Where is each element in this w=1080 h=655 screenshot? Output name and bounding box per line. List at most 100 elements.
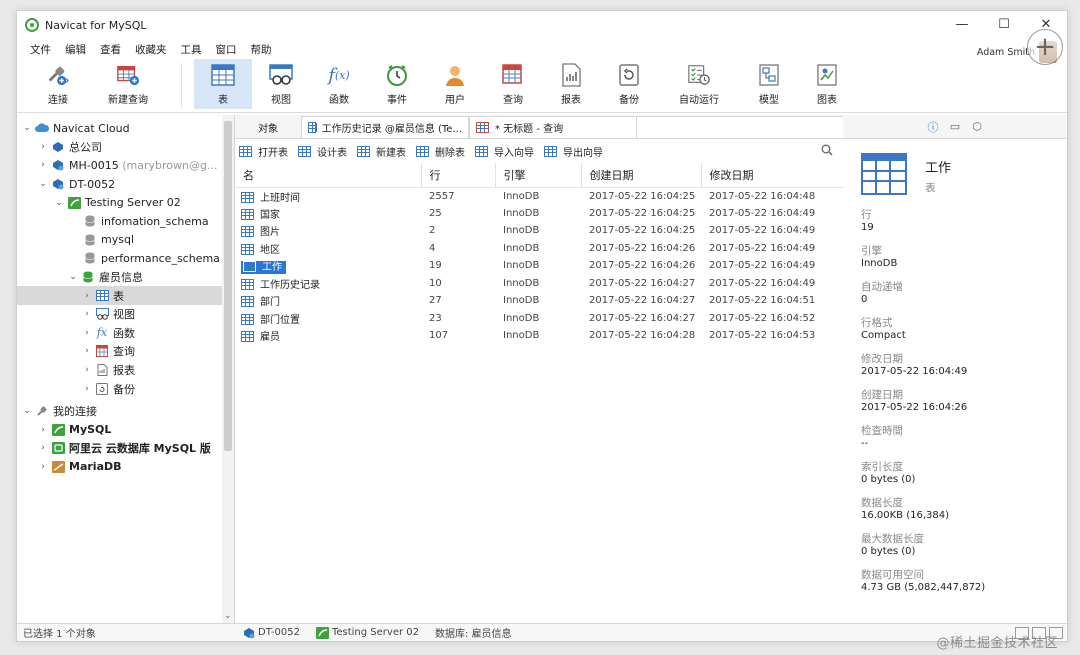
tree-label: Testing Server 02 (85, 196, 181, 210)
table-row[interactable]: 工作 19 InnoDB 2017-05-22 16:04:26 2017-05-22 … (235, 257, 843, 275)
table-icon (241, 296, 254, 308)
chevron-right-icon[interactable]: › (37, 462, 49, 472)
chevron-down-icon[interactable]: ⌄ (21, 123, 33, 133)
toolbar-view-button[interactable]: 视图 (252, 59, 310, 109)
tree-label: 总公司 (69, 140, 102, 154)
col-rows[interactable]: 行 (421, 163, 496, 188)
toolbar-user-button[interactable]: 用户 (426, 59, 484, 109)
table-header-row: 名 行 引擎 创建日期 修改日期 (235, 163, 843, 188)
table-row[interactable]: 图片 2 InnoDB 2017-05-22 16:04:25 2017-05-22 1… (235, 222, 843, 240)
tree-item-functions[interactable]: › fx 函数 (17, 324, 234, 343)
search-icon[interactable] (821, 144, 833, 159)
row-name: 上班时间 (260, 192, 300, 204)
table-row[interactable]: 部门位置 23 InnoDB 2017-05-22 16:04:27 2017-05-2… (235, 310, 843, 328)
tree-item-backups[interactable]: › 备份 (17, 379, 234, 398)
tree-item-testing-server[interactable]: ⌄ Testing Server 02 (17, 193, 234, 212)
chevron-right-icon[interactable]: › (81, 291, 93, 301)
tree-label: 报表 (113, 364, 135, 378)
col-modified[interactable]: 修改日期 (701, 163, 843, 188)
toolbar-backup-button[interactable]: 备份 (600, 59, 658, 109)
col-created[interactable]: 创建日期 (581, 163, 702, 188)
tree-item-schema-mysql[interactable]: mysql (17, 231, 234, 250)
menu-window[interactable]: 窗口 (209, 42, 244, 57)
delete-table-button[interactable]: 删除表 (416, 144, 465, 159)
tree-item-navicat-cloud[interactable]: ⌄ Navicat Cloud (17, 119, 234, 138)
tree-item-mysql[interactable]: › MySQL (17, 421, 234, 440)
chevron-right-icon[interactable]: › (37, 142, 49, 152)
table-row[interactable]: 国家 25 InnoDB 2017-05-22 16:04:25 2017-05-22 … (235, 205, 843, 223)
tree-item-db-employees[interactable]: ⌄ 雇员信息 (17, 268, 234, 287)
toolbar-report-button[interactable]: 报表 (542, 59, 600, 109)
tab-objects[interactable]: 对象 (235, 116, 301, 138)
table-row[interactable]: 雇员 107 InnoDB 2017-05-22 16:04:28 2017-05-22… (235, 327, 843, 345)
settings-icon[interactable]: ⬡ (966, 120, 988, 133)
tree-item-views[interactable]: › 视图 (17, 305, 234, 324)
tab-work-history[interactable]: 工作历史记录 @雇员信息 (Te... (301, 116, 469, 138)
chevron-right-icon[interactable]: › (81, 328, 93, 338)
design-table-button[interactable]: 设计表 (298, 144, 347, 159)
chevron-right-icon[interactable]: › (81, 365, 93, 375)
report-icon (95, 364, 109, 377)
toolbar-function-button[interactable]: f (x) 函数 (310, 59, 368, 109)
table-row[interactable]: 上班时间 2557 InnoDB 2017-05-22 16:04:25 2017-05… (235, 187, 843, 205)
chevron-right-icon[interactable]: › (81, 346, 93, 356)
tree-item-reports[interactable]: › 报表 (17, 361, 234, 380)
tab-untitled-query[interactable]: * 无标题 - 查询 (469, 116, 637, 138)
tree-item-mariadb[interactable]: › MariaDB (17, 458, 234, 477)
tree-item-aliyun[interactable]: › 阿里云 云数据库 MySQL 版 (17, 439, 234, 458)
scroll-down-icon[interactable]: ⌄ (224, 611, 232, 621)
toolbar-table-button[interactable]: 表 (194, 59, 252, 109)
cell-rows: 2557 (429, 190, 455, 202)
minimize-button[interactable]: — (941, 11, 983, 37)
tree-item-schema-performance[interactable]: performance_schema (17, 249, 234, 268)
tree-item-mh-0015[interactable]: › MH-0015 (marybrown@g... (17, 156, 234, 175)
menu-tools[interactable]: 工具 (174, 42, 209, 57)
title-bar: Navicat for MySQL — ☐ ✕ (17, 11, 1067, 39)
new-table-button[interactable]: 新建表 (357, 144, 406, 159)
toolbar-chart-button[interactable]: 图表 (798, 59, 856, 109)
cell-created: 2017-05-22 16:04:27 (589, 277, 696, 289)
chevron-right-icon[interactable]: › (37, 443, 49, 453)
new-query-button[interactable]: 新建查询 (87, 59, 169, 109)
chevron-down-icon[interactable]: ⌄ (37, 179, 49, 189)
col-engine[interactable]: 引擎 (495, 163, 582, 188)
import-wizard-button[interactable]: 导入向导 (475, 144, 534, 159)
toolbar-divider (181, 63, 182, 107)
toolbar-event-button[interactable]: 事件 (368, 59, 426, 109)
tree-item-schema-info[interactable]: infomation_schema (17, 212, 234, 231)
tree-item-dt-0052[interactable]: ⌄ DT-0052 (17, 175, 234, 194)
chevron-down-icon[interactable]: ⌄ (21, 406, 33, 416)
col-name[interactable]: 名 (235, 163, 422, 188)
tree-scrollbar[interactable]: ⌄ (222, 115, 234, 623)
export-wizard-button[interactable]: 导出向导 (544, 144, 603, 159)
menu-file[interactable]: 文件 (23, 42, 58, 57)
ddl-icon[interactable]: ▭ (944, 120, 966, 133)
chevron-right-icon[interactable]: › (37, 160, 49, 170)
tree-item-company[interactable]: › 总公司 (17, 138, 234, 157)
connect-button[interactable]: 连接 (29, 59, 87, 109)
open-table-button[interactable]: 打开表 (239, 144, 288, 159)
menu-help[interactable]: 帮助 (244, 42, 279, 57)
cell-created: 2017-05-22 16:04:26 (589, 260, 696, 272)
chevron-down-icon[interactable]: ⌄ (53, 198, 65, 208)
toolbar-automation-button[interactable]: 自动运行 (658, 59, 740, 109)
maximize-button[interactable]: ☐ (983, 11, 1025, 37)
chevron-down-icon[interactable]: ⌄ (67, 272, 79, 282)
toolbar-model-button[interactable]: 模型 (740, 59, 798, 109)
chevron-right-icon[interactable]: › (37, 425, 49, 435)
scrollbar-thumb[interactable] (224, 121, 232, 451)
new-table-icon (357, 145, 370, 157)
tree-item-my-connections[interactable]: ⌄ 我的连接 (17, 402, 234, 421)
tree-item-queries[interactable]: › 查询 (17, 342, 234, 361)
chevron-right-icon[interactable]: › (81, 384, 93, 394)
menu-favorites[interactable]: 收藏夹 (128, 42, 174, 57)
menu-view[interactable]: 查看 (93, 42, 128, 57)
tree-item-tables[interactable]: › 表 (17, 286, 234, 305)
chevron-right-icon[interactable]: › (81, 309, 93, 319)
table-row[interactable]: 部门 27 InnoDB 2017-05-22 16:04:27 2017-05-22 … (235, 292, 843, 310)
menu-edit[interactable]: 编辑 (58, 42, 93, 57)
table-row[interactable]: 地区 4 InnoDB 2017-05-22 16:04:26 2017-05-22 1… (235, 240, 843, 258)
table-row[interactable]: 工作历史记录 10 InnoDB 2017-05-22 16:04:27 2017-05… (235, 275, 843, 293)
toolbar-query-button[interactable]: 查询 (484, 59, 542, 109)
info-icon[interactable]: ⓘ (922, 119, 944, 135)
